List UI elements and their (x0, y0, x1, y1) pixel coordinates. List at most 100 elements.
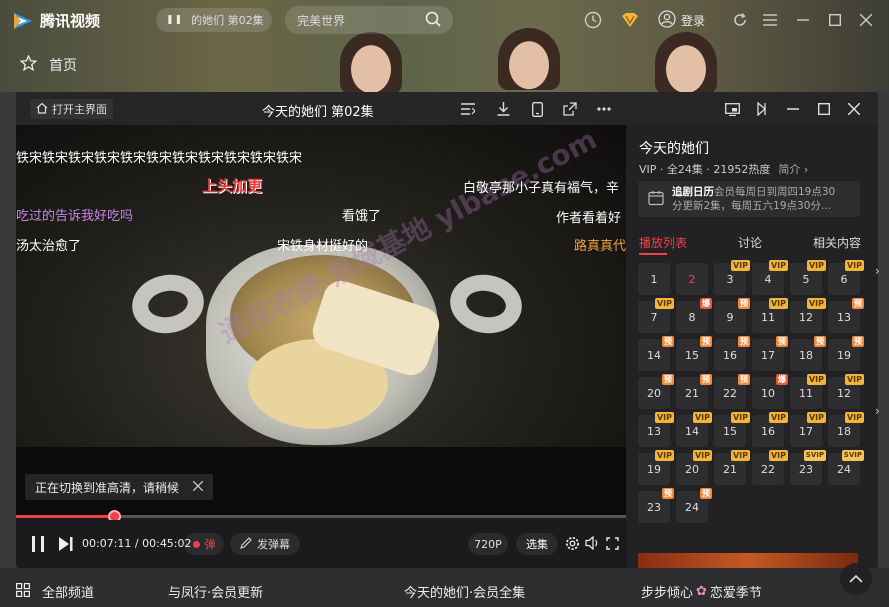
search-input[interactable] (297, 13, 407, 27)
episode-cell[interactable]: 11 VIP (752, 298, 788, 333)
search-bar[interactable] (285, 6, 453, 34)
back-to-top-button[interactable] (840, 563, 872, 595)
fullscreen-icon[interactable] (604, 535, 620, 551)
episode-cell[interactable]: 24 预 (676, 488, 712, 523)
episode-cell[interactable]: 18 预 (790, 336, 826, 371)
tab-discussion[interactable]: 讨论 (738, 234, 762, 251)
episode-badge: SVIP (803, 450, 826, 461)
episode-cell[interactable]: 20 VIP (676, 450, 712, 485)
more-options-icon[interactable] (593, 98, 615, 120)
episode-cell[interactable]: 7 VIP (638, 298, 674, 333)
search-icon[interactable] (425, 11, 441, 30)
episode-cell[interactable]: 4 VIP (752, 260, 788, 295)
episode-cell[interactable]: 10 爆 (752, 374, 788, 409)
episode-number: 16 (761, 424, 775, 438)
episode-cell[interactable]: 12 VIP (790, 298, 826, 333)
history-icon[interactable] (583, 10, 603, 30)
mini-player-pill[interactable]: ❚❚ 的她们 第02集 (156, 8, 272, 32)
maximize-icon[interactable] (825, 10, 845, 30)
calendar-card[interactable]: 追剧日历会员每周日到周四19点30 分更新2集，每周五六19点30分... (638, 181, 860, 217)
send-danmaku-label: 发弹幕 (257, 538, 290, 551)
bottom-link[interactable]: 步步倾心 ✿ 恋爱季节 (641, 582, 762, 601)
bottom-link[interactable]: 今天的她们·会员全集 (404, 582, 525, 601)
episode-cell[interactable]: 11 VIP (790, 374, 826, 409)
episode-cell[interactable]: 17 预 (752, 336, 788, 371)
picture-in-picture-icon[interactable] (721, 98, 743, 120)
player-minimize-icon[interactable] (782, 98, 804, 120)
episode-cell[interactable]: 13 VIP (638, 412, 674, 447)
toast-message: 正在切换到准高清，请稍候 (35, 480, 180, 495)
episode-cell[interactable]: 18 VIP (828, 412, 864, 447)
tab-playlist[interactable]: 播放列表 (639, 234, 687, 251)
episode-cell[interactable]: 24 SVIP (828, 450, 864, 485)
episode-cell[interactable]: 19 预 (828, 336, 864, 371)
episode-cell[interactable]: 22 预 (714, 374, 750, 409)
episode-cell[interactable]: 2 (676, 263, 708, 295)
pin-icon[interactable] (751, 98, 773, 120)
episode-cell[interactable]: 14 预 (638, 336, 674, 371)
episode-cell[interactable]: 5 VIP (790, 260, 826, 295)
episode-cell[interactable]: 6 VIP (828, 260, 864, 295)
login-button[interactable]: 登录 (658, 10, 705, 31)
bottom-link[interactable]: 与凤行·会员更新 (168, 582, 263, 601)
episode-cell[interactable]: 1 (638, 263, 670, 295)
toast-close-icon[interactable] (192, 480, 204, 494)
nav-home[interactable]: 首页 (19, 54, 77, 75)
episodes-button[interactable]: 选集 (516, 533, 558, 555)
pause-button[interactable] (28, 534, 48, 554)
episode-cell[interactable]: 13 预 (828, 298, 864, 333)
vip-diamond-icon[interactable] (620, 10, 640, 30)
episode-cell[interactable]: 9预 (714, 298, 750, 333)
episode-number: 20 (685, 462, 699, 476)
player-window: 打开主界面 今天的她们 第02集 通视收藏·黑域基地 ylbase.com 铁宋… (16, 92, 878, 568)
episode-cell[interactable]: 19 VIP (638, 450, 674, 485)
episode-cell[interactable]: 16 VIP (752, 412, 788, 447)
episode-number: 17 (761, 348, 775, 362)
episode-cell[interactable]: 16 预 (714, 336, 750, 371)
episode-cell[interactable]: 21 VIP (714, 450, 750, 485)
phone-cast-icon[interactable] (526, 98, 548, 120)
send-danmaku-button[interactable]: 发弹幕 (230, 533, 300, 555)
pause-icon[interactable]: ❚❚ (166, 15, 183, 25)
refresh-icon[interactable] (730, 10, 750, 30)
pen-icon (240, 536, 252, 552)
episode-cell[interactable]: 15 预 (676, 336, 712, 371)
download-icon[interactable] (492, 98, 514, 120)
close-icon[interactable] (856, 10, 876, 30)
settings-gear-icon[interactable] (564, 535, 580, 551)
scroll-right-arrow-icon[interactable]: › (875, 404, 885, 418)
quality-selector[interactable]: 720P (468, 533, 508, 555)
episode-cell[interactable]: 15 VIP (714, 412, 750, 447)
share-icon[interactable] (559, 98, 581, 120)
video-area[interactable]: 通视收藏·黑域基地 ylbase.com 铁宋铁宋铁宋铁宋铁宋铁宋铁宋铁宋铁宋铁… (16, 125, 626, 515)
next-episode-button[interactable] (56, 534, 76, 554)
promo-banner[interactable] (638, 553, 858, 568)
episode-cell[interactable]: 20 预 (638, 374, 674, 409)
player-maximize-icon[interactable] (813, 98, 835, 120)
player-close-icon[interactable] (843, 98, 865, 120)
episode-badge: VIP (654, 450, 674, 461)
episode-cell[interactable]: 12 VIP (828, 374, 864, 409)
episode-cell[interactable]: 8爆 (676, 298, 712, 333)
danmaku-comment: 铁宋铁宋铁宋铁宋铁宋铁宋铁宋铁宋铁宋铁宋铁宋 (16, 151, 303, 166)
episode-cell[interactable]: 17 VIP (790, 412, 826, 447)
grid-icon (16, 582, 30, 601)
minimize-icon[interactable] (793, 10, 813, 30)
open-main-button[interactable]: 打开主界面 (30, 99, 113, 119)
episode-cell[interactable]: 23 SVIP (790, 450, 826, 485)
all-channels-label: 全部频道 (42, 586, 95, 601)
episode-cell[interactable]: 23 预 (638, 488, 674, 523)
episode-cell[interactable]: 22 VIP (752, 450, 788, 485)
intro-link[interactable]: 简介 › (778, 161, 808, 177)
episode-cell[interactable]: 21 预 (676, 374, 712, 409)
episode-cell[interactable]: 14 VIP (676, 412, 712, 447)
app-logo[interactable]: 腾讯视频 (12, 10, 100, 31)
episode-cell[interactable]: 3 VIP (714, 260, 750, 295)
progress-bar[interactable] (16, 510, 626, 523)
menu-icon[interactable] (760, 10, 780, 30)
volume-icon[interactable] (584, 535, 600, 551)
all-channels-button[interactable]: 全部频道 (16, 582, 94, 601)
scroll-right-arrow-icon[interactable]: › (875, 264, 885, 278)
tab-related[interactable]: 相关内容 (813, 234, 861, 251)
playlist-icon[interactable] (457, 98, 479, 120)
